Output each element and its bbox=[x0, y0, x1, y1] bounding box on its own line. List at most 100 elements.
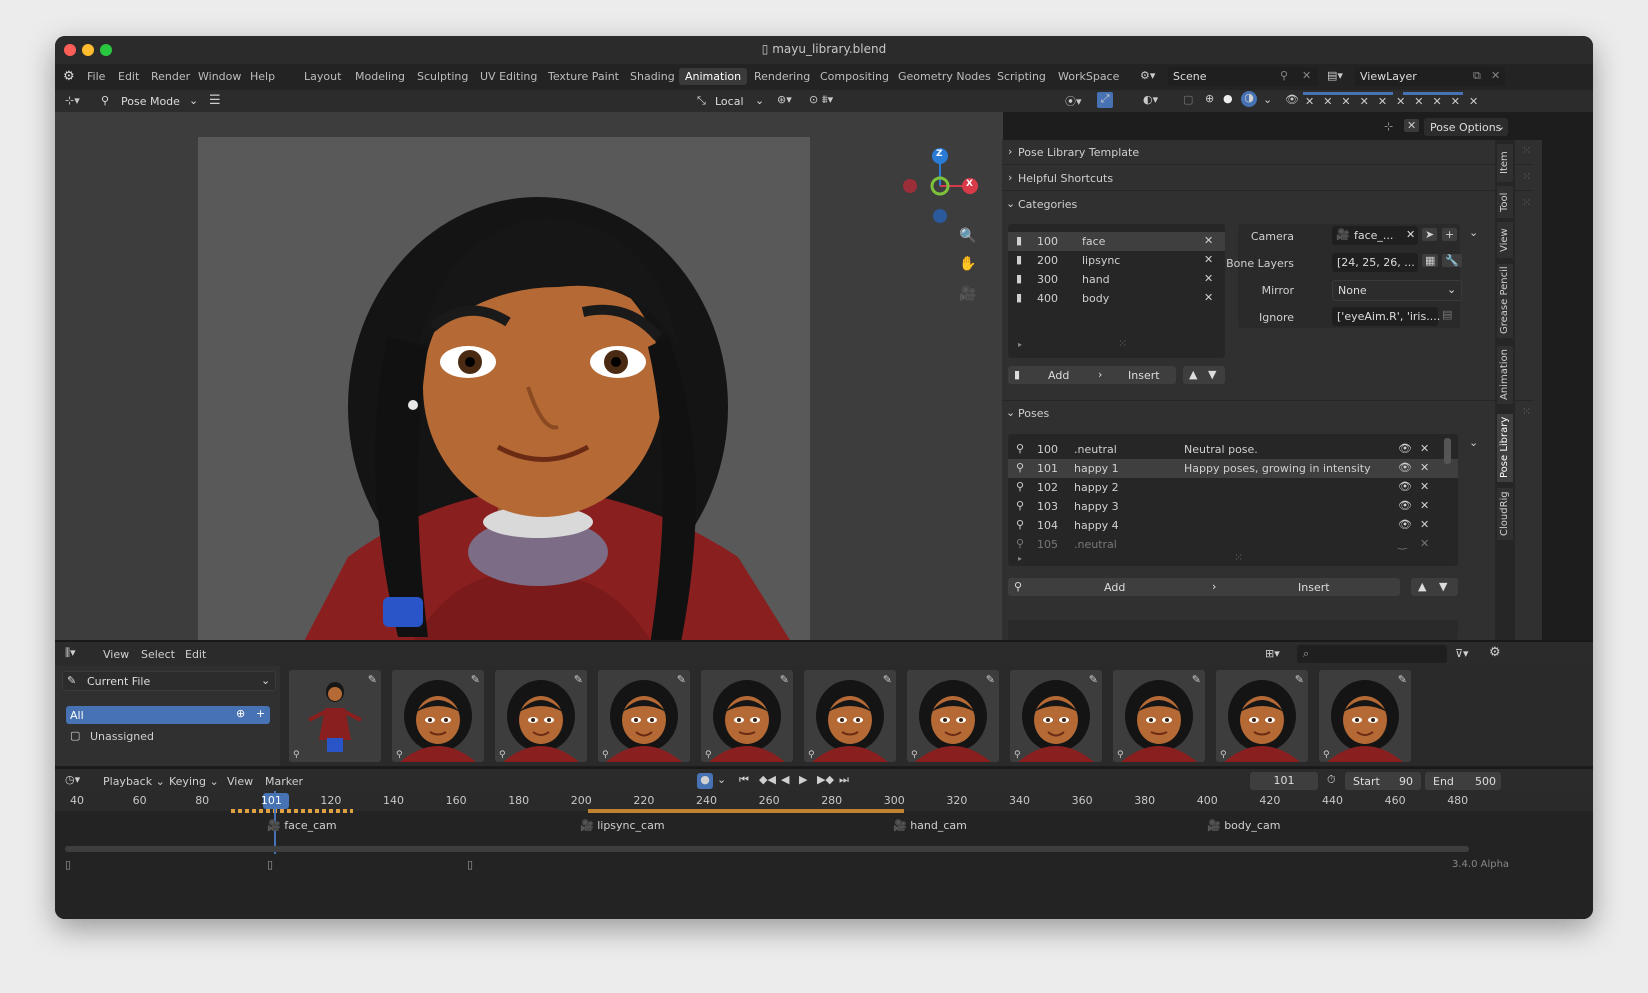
eye-icon[interactable]: 👁 bbox=[1398, 518, 1412, 531]
asset-thumbnail[interactable]: ✎ ⚲ bbox=[392, 670, 484, 762]
xray-icon[interactable]: ▢ bbox=[1183, 93, 1193, 106]
prev-keyframe-icon[interactable]: ◆◀ bbox=[759, 773, 776, 786]
menu-help[interactable]: Help bbox=[250, 70, 275, 83]
asset-thumbnail[interactable]: ✎ ⚲ bbox=[1010, 670, 1102, 762]
marker-lipsync-cam[interactable]: 🎥 lipsync_cam bbox=[580, 819, 665, 832]
next-keyframe-icon[interactable]: ▶◆ bbox=[817, 773, 834, 786]
workspace-tab-layout[interactable]: Layout bbox=[304, 70, 341, 83]
catalog-all[interactable]: All ⊕ + bbox=[66, 706, 270, 724]
view-layer-icon[interactable]: ▤▾ bbox=[1327, 69, 1343, 82]
list-item[interactable]: ▮ 300 hand ✕ bbox=[1008, 270, 1225, 289]
list-scrollbar[interactable] bbox=[1444, 438, 1451, 464]
drag-handle-icon[interactable]: ⁙ bbox=[1522, 144, 1531, 157]
editor-type-icon[interactable]: ⊹▾ bbox=[65, 94, 80, 107]
edit-asset-icon[interactable]: ✎ bbox=[883, 673, 892, 686]
asset-thumbnail[interactable]: ✎ ⚲ bbox=[1113, 670, 1205, 762]
pan-hand-icon[interactable]: ✋ bbox=[959, 256, 976, 272]
workspace-tab-rendering[interactable]: Rendering bbox=[754, 70, 810, 83]
new-catalog-icon[interactable]: ⊕ bbox=[236, 707, 245, 720]
list-item[interactable]: ▮ 400 body ✕ bbox=[1008, 289, 1225, 308]
pivot-point-icon[interactable]: ⊛▾ bbox=[777, 93, 792, 106]
edit-asset-icon[interactable]: ✎ bbox=[1089, 673, 1098, 686]
edit-asset-icon[interactable]: ✎ bbox=[986, 673, 995, 686]
drag-handle-icon[interactable]: ⁙ bbox=[1522, 405, 1531, 418]
list-filter-expand-icon[interactable]: ▸ bbox=[1018, 340, 1022, 349]
eye-icon[interactable]: 👁 bbox=[1398, 461, 1412, 474]
asset-thumbnail[interactable]: ✎ ⚲ bbox=[1216, 670, 1308, 762]
sidebar-tab-cloudrig[interactable]: CloudRig bbox=[1497, 488, 1513, 540]
categories-list[interactable]: ▮ 100 face ✕ ▮ 200 lipsync ✕ ▮ 300 hand … bbox=[1008, 224, 1225, 358]
list-item[interactable]: ⚲ 102 happy 2 👁 ✕ bbox=[1008, 478, 1458, 497]
eye-icon[interactable]: 👁 bbox=[1285, 93, 1299, 106]
jump-end-icon[interactable]: ⏭ bbox=[839, 773, 849, 787]
scene-selector[interactable]: Scene ⚲ ✕ bbox=[1168, 67, 1318, 86]
ignore-picker-icon[interactable]: ▤ bbox=[1442, 308, 1452, 321]
stopwatch-icon[interactable]: ⏱ bbox=[1327, 773, 1336, 787]
scene-icon[interactable]: ⚙▾ bbox=[1140, 69, 1155, 82]
view-layer-close-icon[interactable]: ✕ bbox=[1491, 69, 1500, 82]
edit-asset-icon[interactable]: ✎ bbox=[1398, 673, 1407, 686]
mirror-dropdown[interactable]: None ⌄ bbox=[1332, 280, 1462, 301]
timeline-scrollbar[interactable] bbox=[65, 846, 1469, 852]
poses-list[interactable]: ⚲ 100 .neutral Neutral pose. 👁 ✕ ⚲ 101 h… bbox=[1008, 434, 1458, 566]
workspace-tab-workspace[interactable]: WorkSpace bbox=[1058, 70, 1119, 83]
category-insert-button[interactable]: Insert bbox=[1128, 369, 1160, 382]
drag-handle-icon[interactable]: ⁙ bbox=[1522, 196, 1531, 209]
remove-icon[interactable]: ✕ bbox=[1204, 234, 1213, 247]
solid-shading-icon[interactable]: ● bbox=[1223, 92, 1233, 105]
list-resize-handle-icon[interactable]: ⁙ bbox=[1118, 337, 1127, 350]
list-resize-handle-icon[interactable]: ⁙ bbox=[1234, 551, 1243, 564]
scene-close-icon[interactable]: ✕ bbox=[1302, 69, 1311, 82]
blender-logo-icon[interactable]: ⚙ bbox=[63, 69, 75, 84]
remove-icon[interactable]: ✕ bbox=[1420, 537, 1429, 550]
play-icon[interactable]: ▶ bbox=[799, 773, 807, 786]
eyedropper-icon[interactable]: ➤ bbox=[1422, 228, 1438, 241]
asset-thumbnail[interactable]: ✎ ⚲ bbox=[495, 670, 587, 762]
editor-type-icon[interactable]: ⫼▾ bbox=[65, 646, 76, 660]
asset-thumbnail[interactable]: ✎ ⚲ bbox=[1319, 670, 1411, 762]
move-up-icon[interactable]: ▲ bbox=[1189, 368, 1197, 381]
list-item[interactable]: ⚲ 100 .neutral Neutral pose. 👁 ✕ bbox=[1008, 440, 1458, 459]
material-shading-icon[interactable]: ◑ bbox=[1241, 91, 1257, 107]
properties-expand-icon[interactable]: ⌄ bbox=[1469, 226, 1478, 239]
pin-icon[interactable]: ⚲ bbox=[1280, 69, 1288, 82]
edit-asset-icon[interactable]: ✎ bbox=[368, 673, 377, 686]
asset-menu-view[interactable]: View bbox=[103, 648, 129, 661]
category-add-button[interactable]: Add bbox=[1048, 369, 1069, 382]
catalog-unassigned[interactable]: ▢ Unassigned bbox=[66, 727, 270, 745]
chevron-down-icon[interactable]: ⌄ bbox=[717, 773, 726, 786]
sidebar-tab-animation[interactable]: Animation bbox=[1497, 346, 1513, 404]
workspace-tab-texture-paint[interactable]: Texture Paint bbox=[548, 70, 619, 83]
end-frame-field[interactable]: End 500 bbox=[1425, 772, 1501, 790]
gear-icon[interactable]: ⚙ bbox=[1489, 645, 1501, 660]
transform-orientation-selector[interactable]: ⤡ Local ⌄ bbox=[693, 92, 767, 110]
remove-icon[interactable]: ✕ bbox=[1420, 518, 1429, 531]
ignore-field[interactable]: ['eyeAim.R', 'iris.... bbox=[1332, 307, 1440, 326]
asset-thumbnail[interactable]: ✎ ⚲ bbox=[907, 670, 999, 762]
timeline-menu-keying[interactable]: Keying ⌄ bbox=[169, 775, 219, 788]
close-sidebar-icon[interactable]: ✕ bbox=[1404, 119, 1420, 132]
eye-closed-icon[interactable]: ‿ bbox=[1398, 537, 1407, 550]
poses-expand-icon[interactable]: ⌄ bbox=[1469, 436, 1478, 449]
asset-menu-edit[interactable]: Edit bbox=[185, 648, 206, 661]
add-icon[interactable]: + bbox=[256, 707, 265, 720]
pose-insert-button[interactable]: Insert bbox=[1298, 581, 1330, 594]
asset-menu-select[interactable]: Select bbox=[141, 648, 175, 661]
overlays-icon[interactable]: ◐▾ bbox=[1143, 93, 1158, 106]
wireframe-shading-icon[interactable]: ⊕ bbox=[1205, 92, 1214, 105]
wrench-icon[interactable]: 🔧 bbox=[1442, 254, 1462, 267]
view-layer-new-icon[interactable]: ⧉ bbox=[1473, 69, 1481, 83]
pose-options-dropdown[interactable]: Pose Options ⌄ bbox=[1424, 118, 1508, 136]
mode-selector[interactable]: ⚲ Pose Mode ⌄ bbox=[97, 92, 201, 110]
remove-icon[interactable]: ✕ bbox=[1204, 291, 1213, 304]
remove-icon[interactable]: ✕ bbox=[1204, 253, 1213, 266]
sidebar-tab-view[interactable]: View bbox=[1497, 222, 1513, 258]
asset-library-selector[interactable]: ✎ Current File ⌄ bbox=[62, 671, 276, 691]
move-down-icon[interactable]: ▼ bbox=[1439, 580, 1447, 593]
start-frame-field[interactable]: Start 90 bbox=[1345, 772, 1421, 790]
sidebar-tab-item[interactable]: Item bbox=[1497, 144, 1513, 182]
menu-file[interactable]: File bbox=[87, 70, 105, 83]
play-reverse-icon[interactable]: ◀ bbox=[781, 773, 789, 786]
sidebar-tab-pose-library[interactable]: Pose Library bbox=[1497, 414, 1513, 482]
remove-icon[interactable]: ✕ bbox=[1420, 442, 1429, 455]
